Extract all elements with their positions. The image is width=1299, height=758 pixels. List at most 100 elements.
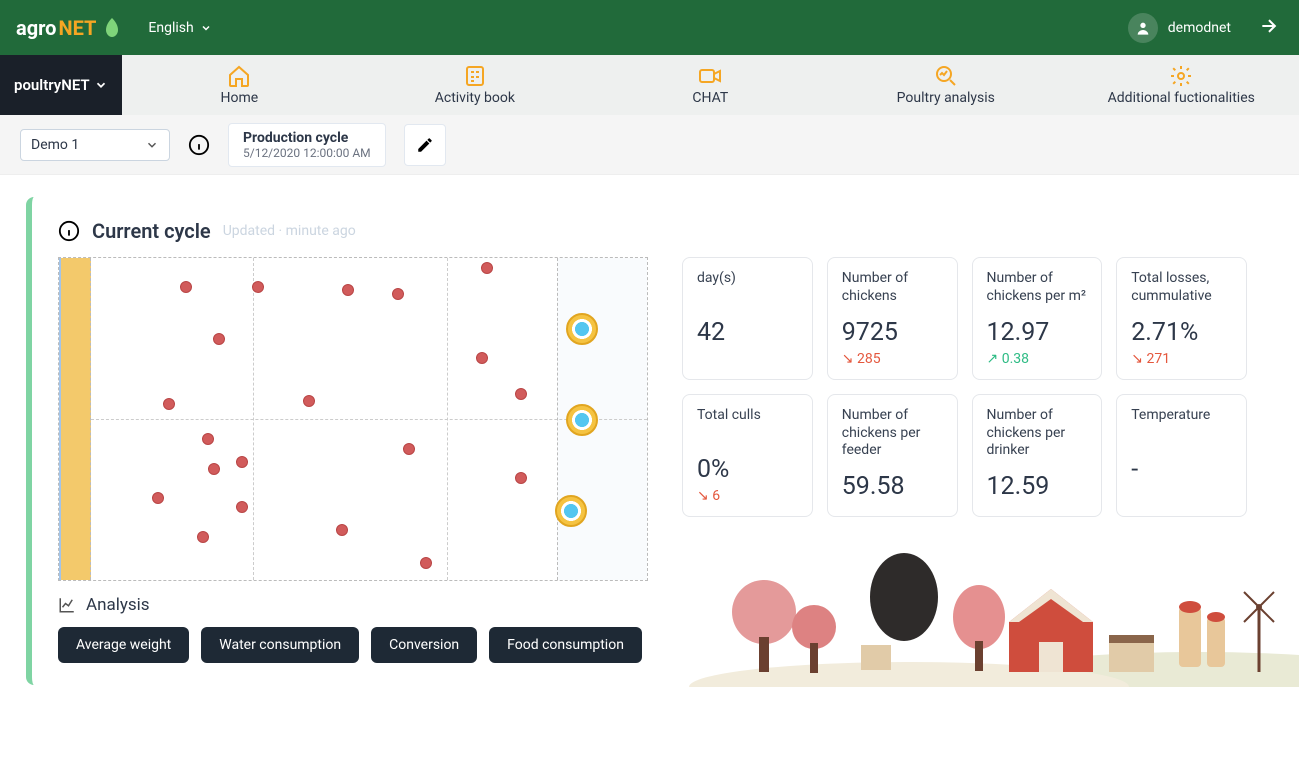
scatter-dot xyxy=(208,463,220,475)
tab-label: Poultry analysis xyxy=(897,90,995,106)
person-icon xyxy=(1135,20,1151,36)
scatter-dot xyxy=(342,284,354,296)
share-button[interactable] xyxy=(1255,12,1283,44)
scatter-dot xyxy=(213,333,225,345)
tab-label: Home xyxy=(221,90,259,106)
stat-label: Number of chickens per drinker xyxy=(987,407,1088,460)
filter-row: Demo 1 Production cycle 5/12/2020 12:00:… xyxy=(0,115,1299,175)
language-label: English xyxy=(148,20,193,36)
stat-card[interactable]: Number of chickens per drinker 12.59 xyxy=(972,394,1103,517)
stat-card[interactable]: Number of chickens per m² 12.97 ↗ 0.38 xyxy=(972,257,1103,380)
scatter-plot[interactable] xyxy=(58,257,648,581)
scatter-dot xyxy=(236,456,248,468)
scatter-dot xyxy=(303,395,315,407)
analysis-chip[interactable]: Conversion xyxy=(371,627,477,663)
tab-label: Activity book xyxy=(435,90,515,106)
stat-value: 42 xyxy=(697,318,798,347)
user-account[interactable]: demodnet xyxy=(1128,13,1231,43)
plot-grid-v xyxy=(447,258,448,580)
info-icon[interactable] xyxy=(188,134,210,156)
app-name: poultryNET xyxy=(14,76,90,94)
plot-grid-v xyxy=(253,258,254,580)
scatter-dot xyxy=(236,501,248,513)
scatter-dot xyxy=(197,531,209,543)
analysis-title: Analysis xyxy=(86,595,150,615)
stats-section: day(s)42Number of chickens9725↘ 285Numbe… xyxy=(682,257,1247,685)
topbar-left: agroNET English xyxy=(16,16,212,40)
analysis-chips: Average weight Water consumption Conversio… xyxy=(58,627,648,685)
tab-analysis[interactable]: Poultry analysis xyxy=(828,55,1063,115)
topbar-right: demodnet xyxy=(1128,12,1283,44)
tab-chat[interactable]: CHAT xyxy=(593,55,828,115)
tab-label: CHAT xyxy=(692,90,728,106)
analysis-chip[interactable]: Average weight xyxy=(58,627,189,663)
scatter-dot xyxy=(481,262,493,274)
username: demodnet xyxy=(1168,20,1231,36)
calculator-icon xyxy=(463,64,487,88)
analysis-chip[interactable]: Food consumption xyxy=(489,627,642,663)
stat-trend: ↗ 0.38 xyxy=(987,351,1088,367)
stat-card[interactable]: Number of chickens 9725 ↘ 285 xyxy=(827,257,958,380)
info-icon[interactable] xyxy=(58,220,80,242)
stat-trend: ↘ 285 xyxy=(842,351,943,367)
topbar: agroNET English demodnet xyxy=(0,0,1299,55)
share-icon xyxy=(1259,16,1279,36)
chart-icon xyxy=(58,596,76,614)
panel-updated: Updated · minute ago xyxy=(223,223,356,239)
scatter-dot xyxy=(420,557,432,569)
logo-agro: agro xyxy=(16,16,56,40)
stat-label: Number of chickens xyxy=(842,270,943,306)
plot-grid-h xyxy=(91,419,647,420)
chevron-down-icon xyxy=(145,138,159,152)
stat-card[interactable]: day(s) 42 xyxy=(682,257,813,380)
stat-value: - xyxy=(1131,455,1232,484)
scatter-dot xyxy=(515,472,527,484)
stat-card[interactable]: Number of chickens per feeder59.58 xyxy=(827,394,958,517)
pencil-icon xyxy=(416,136,434,154)
stat-value: 59.58 xyxy=(842,472,943,501)
tab-home[interactable]: Home xyxy=(122,55,357,115)
video-icon xyxy=(698,64,722,88)
edit-button[interactable] xyxy=(404,124,446,166)
scatter-dot xyxy=(152,492,164,504)
stat-value: 2.71% xyxy=(1131,318,1232,347)
production-cycle-card[interactable]: Production cycle 5/12/2020 12:00:00 AM xyxy=(228,123,386,167)
demo-select[interactable]: Demo 1 xyxy=(20,129,170,161)
stats-grid: day(s)42Number of chickens9725↘ 285Numbe… xyxy=(682,257,1247,517)
stat-value: 12.97 xyxy=(987,318,1088,347)
plot-section: Analysis Average weight Water consumption… xyxy=(58,257,648,685)
gear-icon xyxy=(1169,64,1193,88)
language-select[interactable]: English xyxy=(148,20,211,36)
demo-value: Demo 1 xyxy=(31,137,79,153)
panel-title: Current cycle xyxy=(92,219,211,243)
avatar xyxy=(1128,13,1158,43)
production-cycle-title: Production cycle xyxy=(243,130,371,146)
scatter-dot xyxy=(476,352,488,364)
analysis-chip[interactable]: Water consumption xyxy=(201,627,359,663)
stat-label: Number of chickens per m² xyxy=(987,270,1088,306)
scatter-dot xyxy=(336,524,348,536)
stat-value: 12.59 xyxy=(987,472,1088,501)
stat-label: Temperature xyxy=(1131,407,1232,443)
tab-activity-book[interactable]: Activity book xyxy=(357,55,592,115)
stat-card[interactable]: Total losses, cummulative 2.71% ↘ 271 xyxy=(1116,257,1247,380)
scatter-dot xyxy=(515,388,527,400)
scatter-dot xyxy=(403,443,415,455)
stat-value: 9725 xyxy=(842,318,943,347)
stat-value: 0% xyxy=(697,455,798,484)
stat-card[interactable]: Total culls0%↘ 6 xyxy=(682,394,813,517)
stat-label: day(s) xyxy=(697,270,798,306)
logo[interactable]: agroNET xyxy=(16,16,124,40)
chevron-down-icon xyxy=(200,22,212,34)
stat-card[interactable]: Temperature - xyxy=(1116,394,1247,517)
scatter-marker xyxy=(566,404,598,436)
analysis-header: Analysis xyxy=(58,581,648,627)
leaf-icon xyxy=(100,16,124,40)
tabstrip: poultryNET Home Activity book CHAT Poult… xyxy=(0,55,1299,115)
stat-trend: ↘ 271 xyxy=(1131,351,1232,367)
app-switcher[interactable]: poultryNET xyxy=(0,55,122,115)
stat-label: Total losses, cummulative xyxy=(1131,270,1232,306)
tab-additional[interactable]: Additional fuctionalities xyxy=(1064,55,1299,115)
scatter-dot xyxy=(392,288,404,300)
main-panel: Current cycle Updated · minute ago Analy… xyxy=(26,197,1273,685)
